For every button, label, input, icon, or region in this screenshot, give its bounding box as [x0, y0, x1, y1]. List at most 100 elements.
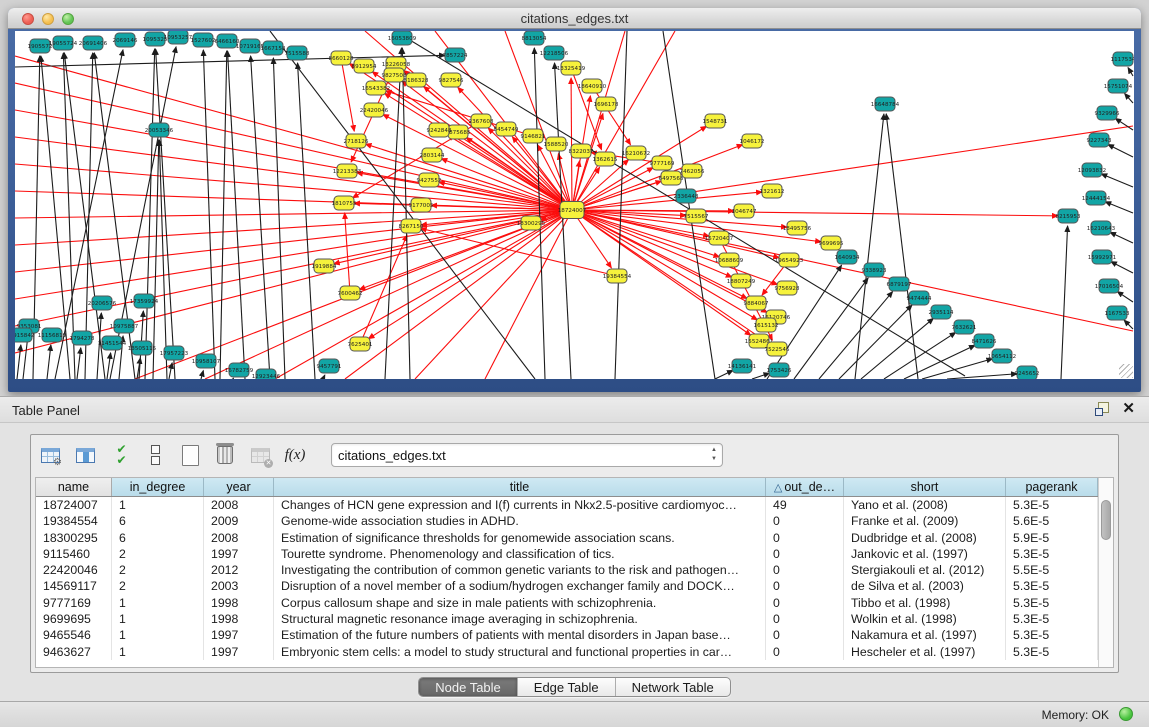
citation-edge-black[interactable]: [1101, 174, 1133, 187]
column-header-indegree[interactable]: in_degree: [112, 478, 204, 496]
table-row[interactable]: 911546021997Tourette syndrome. Phenomeno…: [36, 546, 1098, 562]
graph-node[interactable]: 12444154: [1082, 191, 1111, 205]
graph-node[interactable]: 8267150: [399, 219, 424, 233]
graph-node[interactable]: 1548731: [703, 114, 728, 128]
graph-node[interactable]: 20053346: [145, 123, 174, 137]
column-header-outde[interactable]: △out_de…: [766, 478, 844, 496]
graph-node[interactable]: 2935114: [929, 305, 954, 319]
graph-node[interactable]: 1640934: [835, 250, 860, 264]
citation-network-graph[interactable]: 1905572190557242069140620691461095325109…: [15, 31, 1134, 379]
graph-node[interactable]: 7632621: [952, 320, 977, 334]
graph-node[interactable]: 8454749: [494, 122, 519, 136]
table-row[interactable]: 946554611997Estimation of the future num…: [36, 627, 1098, 643]
citation-edge-black[interactable]: [1117, 292, 1133, 302]
column-header-year[interactable]: year: [204, 478, 274, 496]
citation-edge-black[interactable]: [1111, 262, 1133, 273]
table-row[interactable]: 1938455462009Genome-wide association stu…: [36, 513, 1098, 529]
graph-node[interactable]: 1615132: [754, 318, 779, 332]
citation-edge-red[interactable]: [275, 210, 572, 379]
column-header-name[interactable]: name: [36, 478, 112, 496]
citation-edge-black[interactable]: [385, 48, 402, 379]
graph-node[interactable]: 8813054: [522, 31, 547, 45]
graph-node[interactable]: 17016504: [1095, 279, 1124, 293]
graph-node[interactable]: 1794278: [70, 331, 95, 345]
citation-edge-black[interactable]: [201, 371, 203, 379]
graph-node[interactable]: 1810755: [332, 196, 357, 210]
tab-node-table[interactable]: Node Table: [419, 678, 518, 696]
scrollbar-thumb[interactable]: [1101, 500, 1111, 540]
citation-edge-black[interactable]: [1110, 232, 1133, 243]
graph-node[interactable]: 1046172: [740, 134, 765, 148]
table-row[interactable]: 946362711997Embryonic stem cells: a mode…: [36, 644, 1098, 660]
graph-node[interactable]: 9777169: [650, 156, 675, 170]
graph-node[interactable]: 19384554: [603, 269, 632, 283]
citation-edge-red[interactable]: [15, 137, 572, 210]
graph-node[interactable]: 19055724: [49, 36, 78, 50]
graph-node[interactable]: 7522546: [765, 342, 790, 356]
graph-node[interactable]: 8186328: [404, 73, 429, 87]
citation-edge-black[interactable]: [323, 375, 325, 379]
column-header-pagerank[interactable]: pagerank: [1006, 478, 1098, 496]
graph-node[interactable]: 12213383: [333, 164, 362, 178]
vertical-scrollbar[interactable]: [1098, 478, 1113, 667]
citation-edge-red[interactable]: [572, 210, 1133, 331]
column-header-short[interactable]: short: [844, 478, 1006, 496]
citation-edge-black[interactable]: [1124, 320, 1133, 329]
citation-edge-black[interactable]: [715, 370, 733, 379]
window-titlebar[interactable]: citations_edges.txt: [8, 8, 1141, 29]
graph-node[interactable]: 1696178: [594, 97, 619, 111]
delete-column-button[interactable]: [212, 442, 238, 468]
table-row[interactable]: 969969511998Structural magnetic resonanc…: [36, 611, 1098, 627]
graph-node[interactable]: 18724007: [558, 202, 587, 219]
graph-node[interactable]: 12923446: [252, 369, 281, 379]
graph-node[interactable]: 2069146: [113, 33, 138, 47]
graph-node[interactable]: 9699695: [819, 236, 844, 250]
row-options-button[interactable]: [142, 442, 168, 468]
graph-node[interactable]: 9756928: [775, 281, 800, 295]
graph-node[interactable]: 2336448: [674, 189, 699, 203]
graph-node[interactable]: 9338923: [862, 263, 887, 277]
citation-edge-red[interactable]: [571, 78, 572, 210]
close-panel-icon[interactable]: ✕: [1122, 402, 1135, 415]
graph-node[interactable]: 2803144: [420, 148, 445, 162]
graph-node[interactable]: 1321612: [760, 184, 785, 198]
graph-node[interactable]: 7515567: [684, 209, 709, 223]
graph-node[interactable]: 6879197: [887, 277, 912, 291]
graph-node[interactable]: 7515588: [285, 46, 310, 60]
table-select-dropdown[interactable]: citations_edges.txt ▲▼: [331, 443, 723, 467]
citation-edge-black[interactable]: [855, 114, 884, 379]
graph-node[interactable]: 9146821: [521, 129, 546, 143]
graph-node[interactable]: 9242848: [427, 123, 452, 137]
graph-node[interactable]: 9884067: [744, 296, 769, 310]
float-panel-icon[interactable]: [1095, 402, 1108, 415]
graph-node[interactable]: 12218506: [540, 46, 569, 60]
citation-edge-black[interactable]: [1128, 68, 1133, 76]
graph-node[interactable]: 10958107: [192, 354, 221, 368]
citation-edge-red[interactable]: [421, 228, 617, 276]
graph-node[interactable]: 1527602: [191, 33, 216, 47]
graph-node[interactable]: 2718126: [344, 134, 369, 148]
graph-node[interactable]: 14136141: [728, 359, 757, 373]
graph-node[interactable]: 9427552: [417, 173, 442, 187]
citation-edge-red[interactable]: [15, 210, 572, 299]
citation-edge-black[interactable]: [47, 345, 51, 379]
citation-edge-black[interactable]: [1108, 144, 1133, 157]
graph-node[interactable]: 1919884: [312, 259, 337, 273]
citation-edge-black[interactable]: [298, 63, 315, 379]
citation-edge-black[interactable]: [1061, 226, 1068, 379]
citation-edge-red[interactable]: [15, 210, 572, 218]
graph-node[interactable]: 1117534: [1111, 52, 1134, 66]
graph-node[interactable]: 10975887: [110, 319, 139, 333]
network-canvas[interactable]: 1905572190557242069140620691461095325109…: [15, 31, 1134, 379]
graph-node[interactable]: 10953257: [164, 31, 193, 44]
graph-node[interactable]: 20691406: [79, 36, 108, 50]
select-columns-button[interactable]: ✔✔: [107, 442, 133, 468]
citation-edge-red[interactable]: [345, 213, 350, 293]
citation-edge-black[interactable]: [270, 31, 535, 379]
citation-edge-black[interactable]: [203, 50, 215, 379]
graph-node[interactable]: 1588520: [544, 137, 569, 151]
graph-node[interactable]: 9329966: [1095, 106, 1120, 120]
graph-node[interactable]: 12093832: [1078, 163, 1106, 177]
graph-node[interactable]: 18807249: [727, 274, 756, 288]
graph-node[interactable]: 16648784: [871, 97, 900, 111]
